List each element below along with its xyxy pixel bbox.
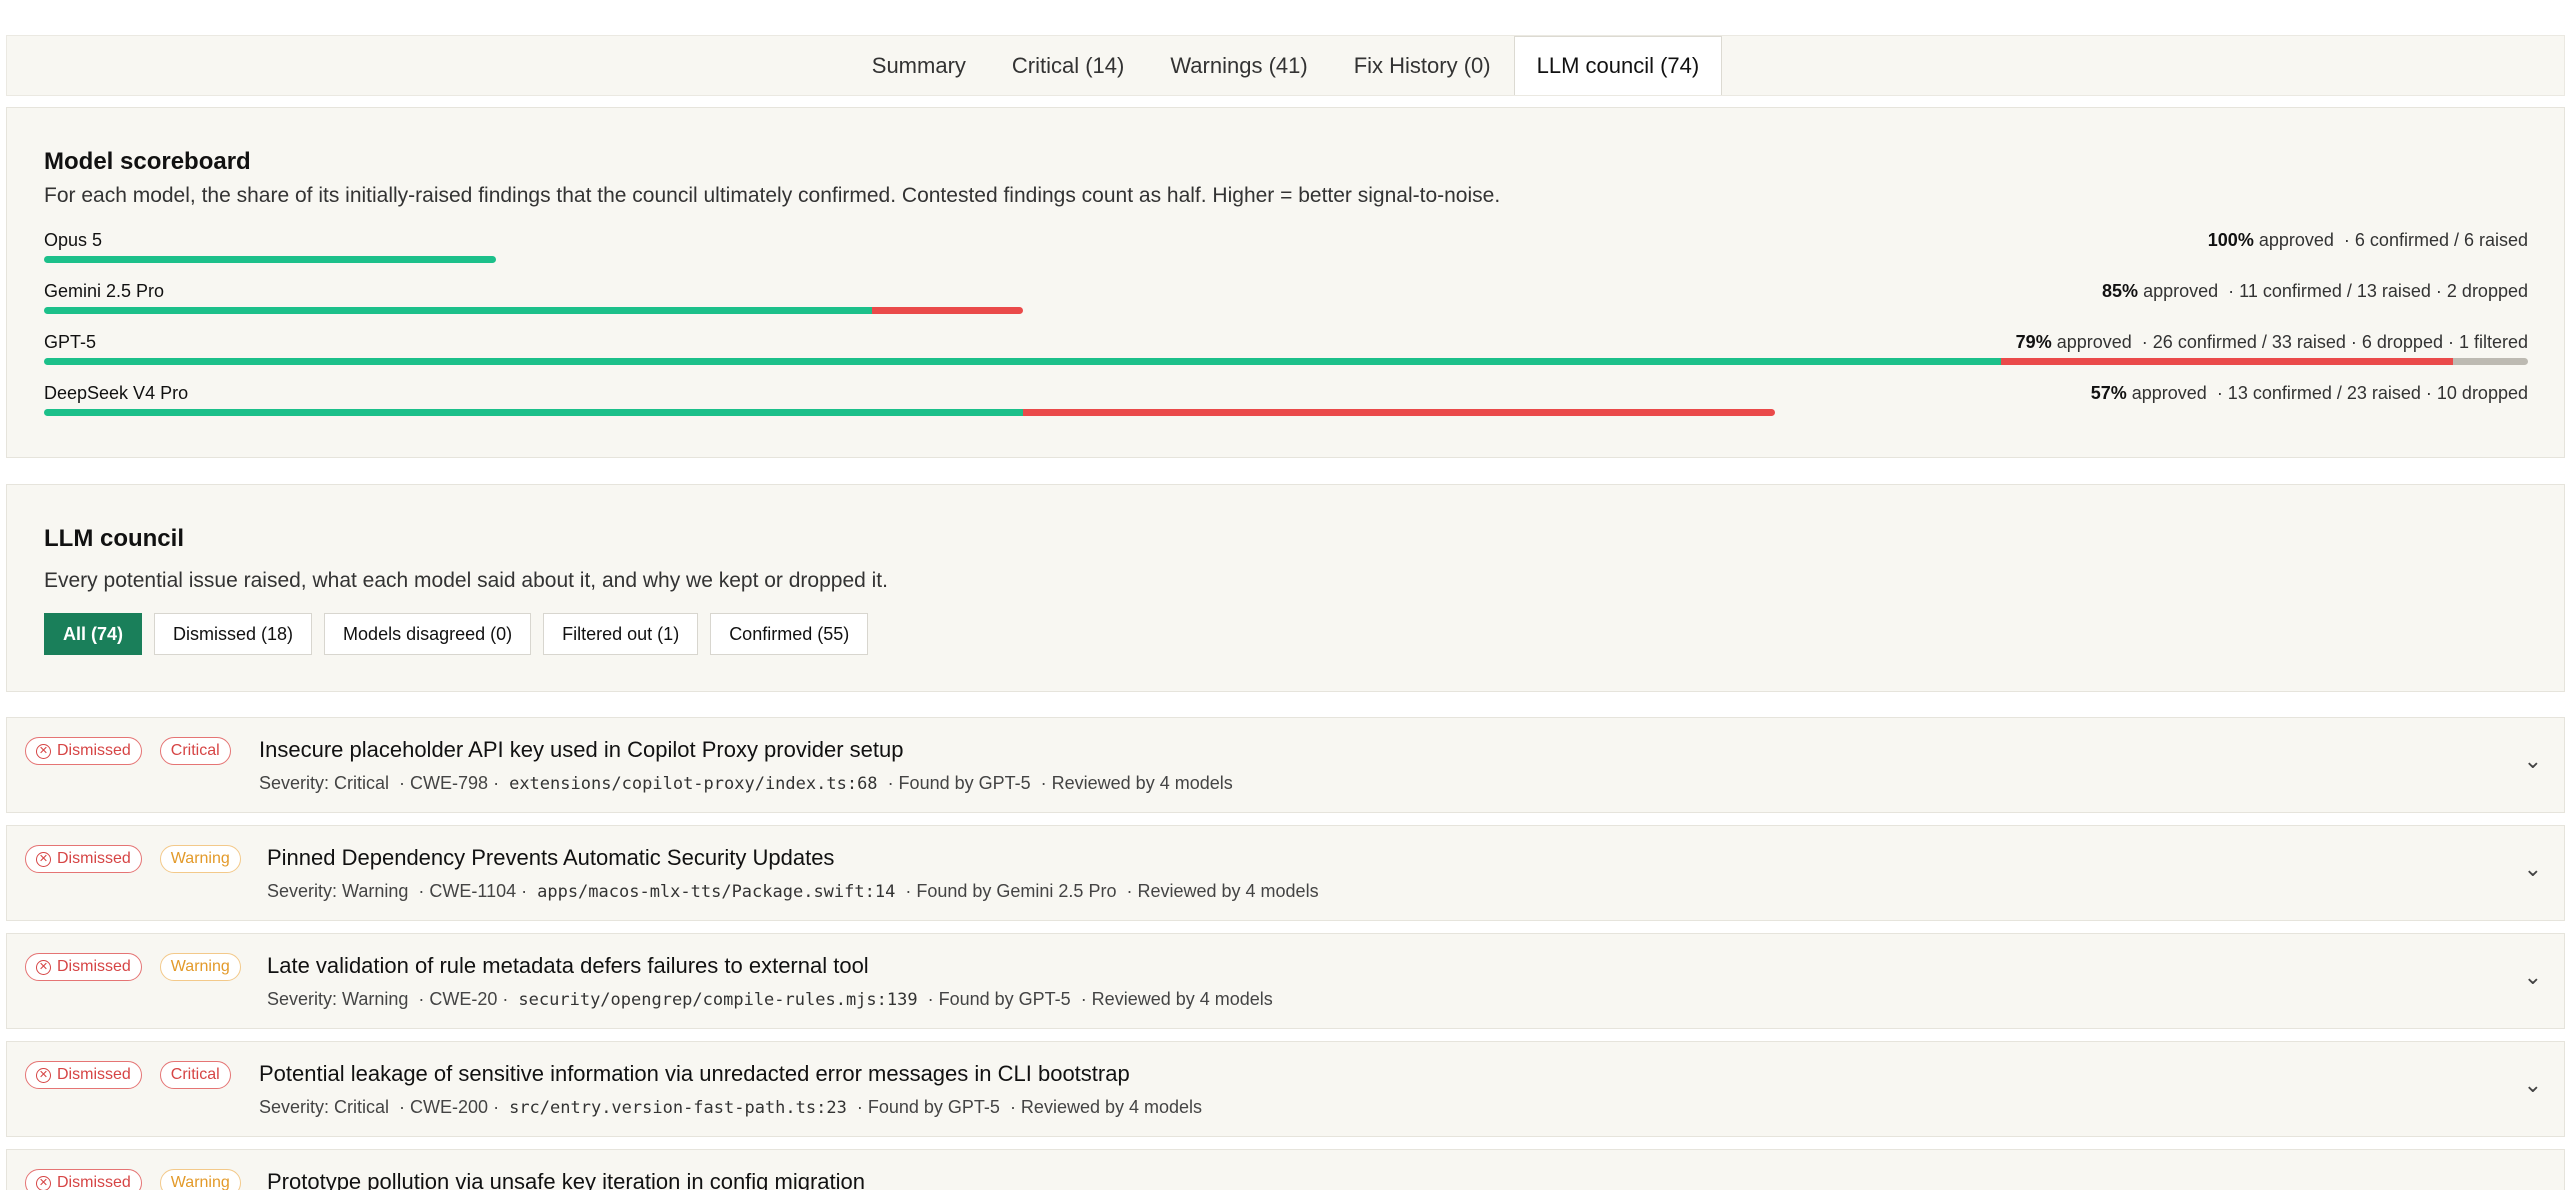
tab-llm-council[interactable]: LLM council (74) bbox=[1513, 36, 1723, 95]
tab-critical[interactable]: Critical (14) bbox=[989, 36, 1147, 95]
chevron-down-icon[interactable]: ⌄ bbox=[2524, 1072, 2542, 1098]
bar-dropped-segment bbox=[2001, 358, 2453, 365]
model-row: DeepSeek V4 Pro 57% approved · 13 confir… bbox=[44, 383, 2528, 423]
close-circle-icon: ✕ bbox=[36, 1067, 51, 1083]
model-approved-label: approved bbox=[2056, 332, 2132, 352]
status-badge: ✕ Dismissed bbox=[25, 1061, 142, 1089]
scoreboard-description: For each model, the share of its initial… bbox=[44, 184, 1501, 207]
filter-filtered-out-button[interactable]: Filtered out (1) bbox=[543, 613, 699, 655]
status-badge: ✕ Dismissed bbox=[25, 953, 142, 981]
bar-confirmed-segment bbox=[44, 307, 872, 314]
tab-summary[interactable]: Summary bbox=[849, 36, 989, 95]
chevron-down-icon[interactable]: ⌄ bbox=[2524, 964, 2542, 990]
model-bar bbox=[44, 256, 496, 263]
severity-badge: Critical bbox=[159, 1061, 231, 1089]
filter-confirmed-button[interactable]: Confirmed (55) bbox=[710, 613, 869, 655]
finding-meta: Severity: Warning · CWE-20 · security/op… bbox=[267, 989, 1273, 1010]
model-stats: 100% approved · 6 confirmed / 6 raised bbox=[2208, 230, 2528, 251]
model-stats: 79% approved · 26 confirmed / 33 raised … bbox=[2016, 332, 2528, 353]
model-name: DeepSeek V4 Pro bbox=[44, 383, 189, 403]
finding-title: Late validation of rule metadata defers … bbox=[267, 953, 869, 978]
model-detail: · 11 confirmed / 13 raised · 2 dropped bbox=[2228, 281, 2528, 301]
finding-row[interactable]: ✕ Dismissed Warning Late validation of ru… bbox=[6, 933, 2565, 1029]
chevron-down-icon[interactable]: ⌄ bbox=[2524, 1180, 2542, 1190]
tab-warnings[interactable]: Warnings (41) bbox=[1147, 36, 1330, 95]
close-circle-icon: ✕ bbox=[36, 1175, 51, 1190]
severity-badge: Warning bbox=[159, 953, 241, 981]
finding-meta: Severity: Critical · CWE-200 · src/entry… bbox=[259, 1097, 1203, 1118]
severity-badge: Warning bbox=[159, 1169, 241, 1190]
model-bar bbox=[44, 307, 1023, 314]
finding-row[interactable]: ✕ Dismissed Critical Potential leakage of… bbox=[6, 1041, 2565, 1137]
filter-disagreed-button[interactable]: Models disagreed (0) bbox=[324, 613, 532, 655]
close-circle-icon: ✕ bbox=[36, 959, 51, 975]
chevron-down-icon[interactable]: ⌄ bbox=[2524, 748, 2542, 774]
model-scoreboard-panel: Model scoreboard For each model, the sha… bbox=[6, 107, 2565, 458]
bar-filtered-segment bbox=[2452, 358, 2528, 365]
model-approved-pct: 79% bbox=[2015, 332, 2052, 352]
status-badge: ✕ Dismissed bbox=[25, 845, 142, 873]
model-detail: · 13 confirmed / 23 raised · 10 dropped bbox=[2216, 383, 2528, 403]
finding-meta: Severity: Critical · CWE-798 · extension… bbox=[259, 773, 1233, 794]
model-bar bbox=[44, 358, 2528, 365]
finding-title: Insecure placeholder API key used in Cop… bbox=[259, 737, 904, 762]
status-badge: ✕ Dismissed bbox=[25, 1169, 142, 1190]
model-approved-label: approved bbox=[2131, 383, 2207, 403]
model-bar bbox=[44, 409, 1776, 416]
filter-all-button[interactable]: All (74) bbox=[44, 613, 143, 655]
chevron-down-icon[interactable]: ⌄ bbox=[2524, 856, 2542, 882]
filter-dismissed-button[interactable]: Dismissed (18) bbox=[154, 613, 313, 655]
severity-badge: Warning bbox=[159, 845, 241, 873]
bar-confirmed-segment bbox=[44, 409, 1023, 416]
file-path: src/entry.version-fast-path.ts:23 bbox=[509, 1098, 847, 1118]
model-detail: · 6 confirmed / 6 raised bbox=[2343, 230, 2528, 250]
model-approved-label: approved bbox=[2258, 230, 2334, 250]
llm-council-panel: LLM council Every potential issue raised… bbox=[6, 484, 2565, 692]
model-name: Gemini 2.5 Pro bbox=[44, 281, 165, 301]
finding-title: Pinned Dependency Prevents Automatic Sec… bbox=[267, 845, 835, 870]
council-filters: All (74) Dismissed (18) Models disagreed… bbox=[44, 613, 869, 655]
tab-fix-history[interactable]: Fix History (0) bbox=[1331, 36, 1514, 95]
bar-dropped-segment bbox=[1022, 409, 1776, 416]
council-description: Every potential issue raised, what each … bbox=[44, 569, 888, 592]
status-badge: ✕ Dismissed bbox=[25, 737, 142, 765]
bar-confirmed-segment bbox=[44, 358, 2002, 365]
model-row: Opus 5 100% approved · 6 confirmed / 6 r… bbox=[44, 230, 2528, 270]
model-approved-label: approved bbox=[2143, 281, 2219, 301]
model-approved-pct: 85% bbox=[2102, 281, 2139, 301]
scoreboard-title: Model scoreboard bbox=[44, 148, 251, 175]
file-path: apps/macos-mlx-tts/Package.swift:14 bbox=[537, 882, 896, 902]
file-path: extensions/copilot-proxy/index.ts:68 bbox=[509, 774, 878, 794]
finding-meta: Severity: Warning · CWE-1104 · apps/maco… bbox=[267, 881, 1319, 902]
model-row: GPT-5 79% approved · 26 confirmed / 33 r… bbox=[44, 332, 2528, 372]
finding-title: Prototype pollution via unsafe key itera… bbox=[267, 1169, 866, 1190]
finding-row[interactable]: ✕ Dismissed Warning Pinned Dependency Pre… bbox=[6, 825, 2565, 921]
close-circle-icon: ✕ bbox=[36, 743, 51, 759]
bar-dropped-segment bbox=[872, 307, 1023, 314]
council-title: LLM council bbox=[44, 525, 184, 552]
file-path: security/opengrep/compile-rules.mjs:139 bbox=[518, 990, 918, 1010]
model-stats: 85% approved · 11 confirmed / 13 raised … bbox=[2102, 281, 2528, 302]
model-approved-pct: 100% bbox=[2207, 230, 2254, 250]
bar-confirmed-segment bbox=[44, 256, 496, 263]
model-approved-pct: 57% bbox=[2090, 383, 2127, 403]
model-name: Opus 5 bbox=[44, 230, 103, 250]
finding-title: Potential leakage of sensitive informati… bbox=[259, 1061, 1130, 1086]
finding-row[interactable]: ✕ Dismissed Warning Prototype pollution v… bbox=[6, 1149, 2565, 1190]
finding-row[interactable]: ✕ Dismissed Critical Insecure placeholder… bbox=[6, 717, 2565, 813]
model-row: Gemini 2.5 Pro 85% approved · 11 confirm… bbox=[44, 281, 2528, 321]
severity-badge: Critical bbox=[159, 737, 231, 765]
model-detail: · 26 confirmed / 33 raised · 6 dropped ·… bbox=[2141, 332, 2528, 352]
model-stats: 57% approved · 13 confirmed / 23 raised … bbox=[2091, 383, 2528, 404]
model-name: GPT-5 bbox=[44, 332, 97, 352]
tab-bar: Summary Critical (14) Warnings (41) Fix … bbox=[6, 35, 2565, 96]
close-circle-icon: ✕ bbox=[36, 851, 51, 867]
